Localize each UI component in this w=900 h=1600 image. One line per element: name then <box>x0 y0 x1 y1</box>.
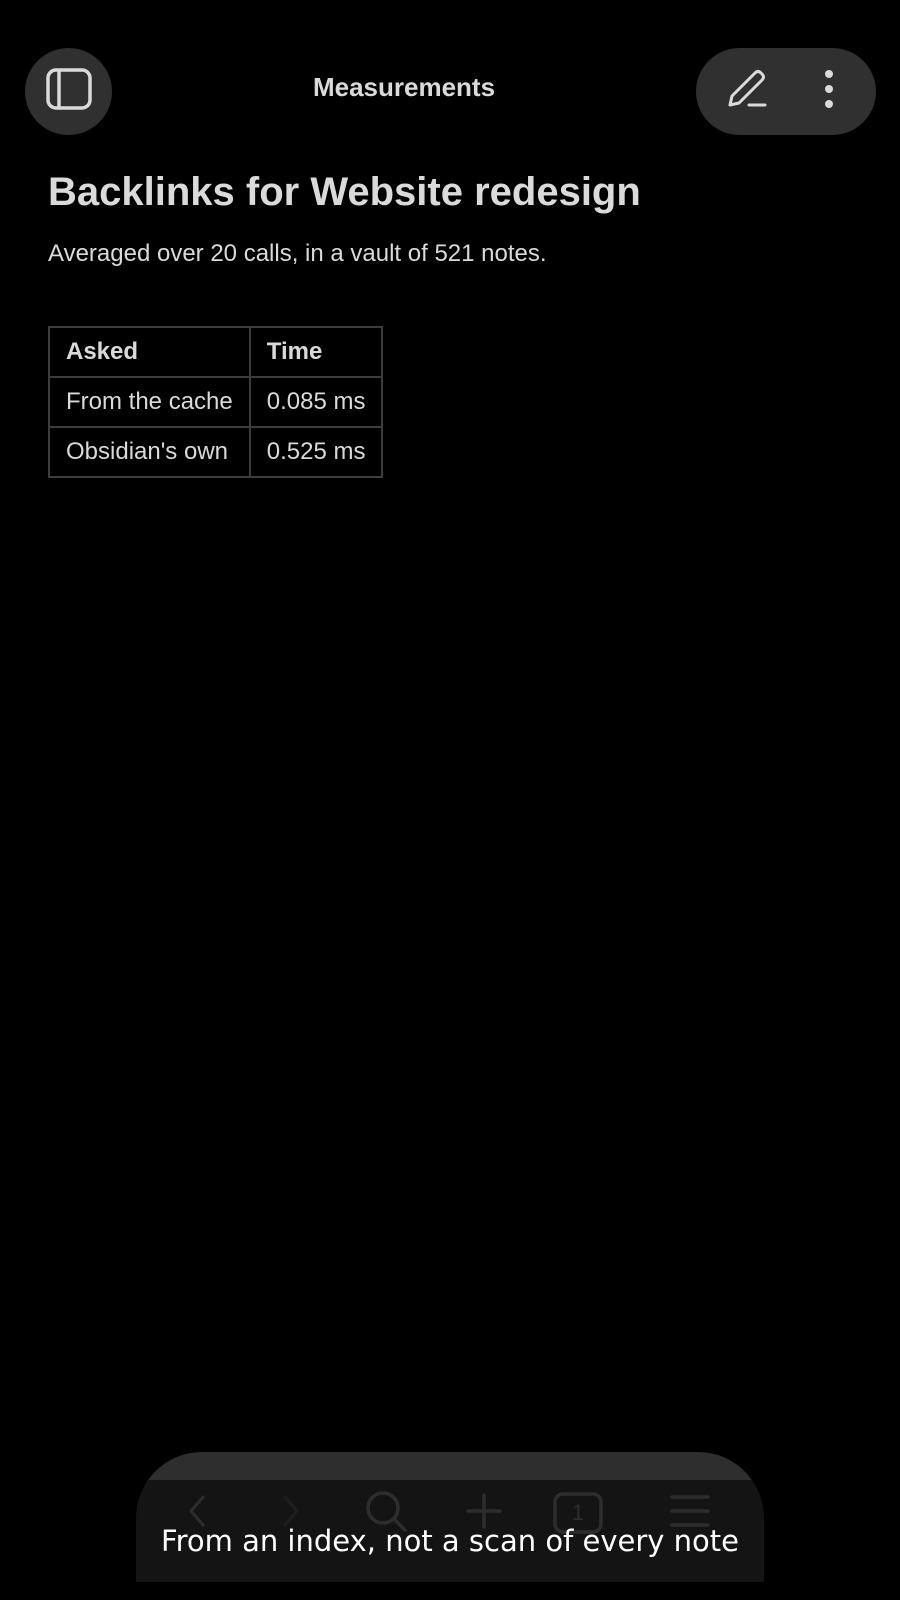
page-header-title: Measurements <box>312 72 496 102</box>
header-actions <box>696 48 876 135</box>
more-vertical-icon <box>823 69 835 114</box>
caption-text: From an index, not a scan of every note <box>161 1524 739 1558</box>
column-header-time: Time <box>248 326 384 378</box>
table-header-row: Asked Time <box>48 326 384 378</box>
note-title: Backlinks for Website redesign <box>48 170 641 214</box>
edit-button[interactable] <box>706 48 786 135</box>
note-intro: Averaged over 20 calls, in a vault of 52… <box>48 240 547 267</box>
more-options-button[interactable] <box>794 48 864 135</box>
edit-pencil-icon <box>722 65 770 118</box>
table-cell-time: 0.085 ms <box>248 376 384 428</box>
measurements-table: Asked Time From the cache 0.085 ms Obsid… <box>48 326 384 478</box>
table-cell-asked: Obsidian's own <box>48 426 251 478</box>
bottom-navigation-bar: 1 <box>136 1452 764 1582</box>
table-cell-time: 0.525 ms <box>248 426 384 478</box>
table-row: Obsidian's own 0.525 ms <box>48 426 384 478</box>
table-cell-asked: From the cache <box>48 376 251 428</box>
table-row: From the cache 0.085 ms <box>48 376 384 428</box>
column-header-asked: Asked <box>48 326 251 378</box>
note-content: Backlinks for Website redesign Averaged … <box>48 166 848 478</box>
